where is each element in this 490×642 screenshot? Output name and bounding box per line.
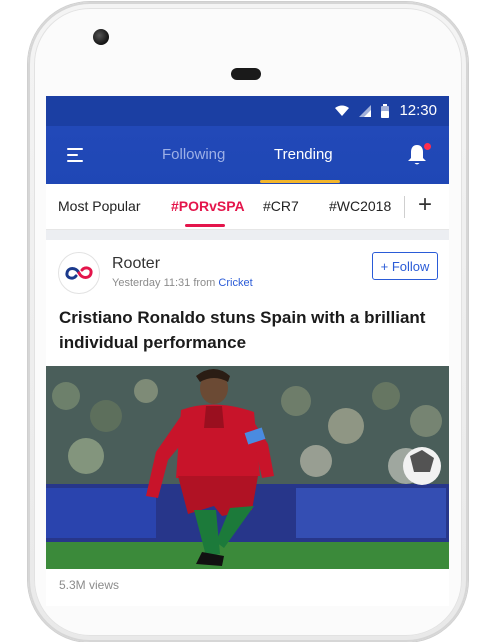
tag-divider bbox=[404, 196, 405, 218]
hashtag-bar: Most Popular #PORvSPA #CR7 #WC2018 + bbox=[46, 184, 449, 230]
post-category-link[interactable]: Cricket bbox=[218, 277, 252, 289]
app-bar: Following Trending bbox=[46, 126, 449, 184]
wifi-icon bbox=[335, 105, 350, 116]
view-count: 5.3M views bbox=[59, 578, 120, 592]
post-card[interactable]: Rooter Yesterday 11:31 from Cricket + Fo… bbox=[46, 240, 449, 600]
tag-cr7[interactable]: #CR7 bbox=[263, 198, 299, 214]
post-headline[interactable]: Cristiano Ronaldo stuns Spain with a bri… bbox=[59, 305, 439, 355]
tab-following[interactable]: Following bbox=[162, 146, 225, 163]
rooter-logo-icon bbox=[65, 266, 93, 280]
follow-button[interactable]: + Follow bbox=[372, 252, 438, 280]
menu-icon[interactable] bbox=[67, 148, 83, 162]
battery-icon bbox=[381, 103, 390, 118]
post-time: Yesterday 11:31 from bbox=[112, 277, 216, 289]
author-name[interactable]: Rooter bbox=[112, 255, 160, 273]
post-meta: Yesterday 11:31 from Cricket bbox=[112, 277, 253, 289]
front-camera bbox=[93, 29, 109, 45]
notification-badge bbox=[424, 143, 431, 150]
author-avatar[interactable] bbox=[58, 252, 100, 294]
earpiece-speaker bbox=[231, 68, 261, 80]
signal-icon bbox=[359, 104, 372, 117]
active-tab-indicator bbox=[260, 180, 340, 183]
status-bar: 12:30 bbox=[46, 96, 449, 126]
status-time: 12:30 bbox=[399, 102, 437, 119]
tag-porvspa[interactable]: #PORvSPA bbox=[171, 198, 245, 214]
feed-gap bbox=[46, 230, 449, 240]
add-tag-button[interactable]: + bbox=[418, 192, 432, 218]
status-icons: 12:30 bbox=[335, 102, 437, 119]
tag-most-popular[interactable]: Most Popular bbox=[58, 198, 140, 214]
football-photo bbox=[46, 366, 449, 569]
tab-trending[interactable]: Trending bbox=[274, 146, 333, 163]
active-tag-indicator bbox=[185, 224, 225, 227]
tag-wc2018[interactable]: #WC2018 bbox=[329, 198, 391, 214]
app-screen: 12:30 Following Trending Most Popular #P… bbox=[46, 96, 449, 606]
post-image[interactable] bbox=[46, 366, 449, 569]
